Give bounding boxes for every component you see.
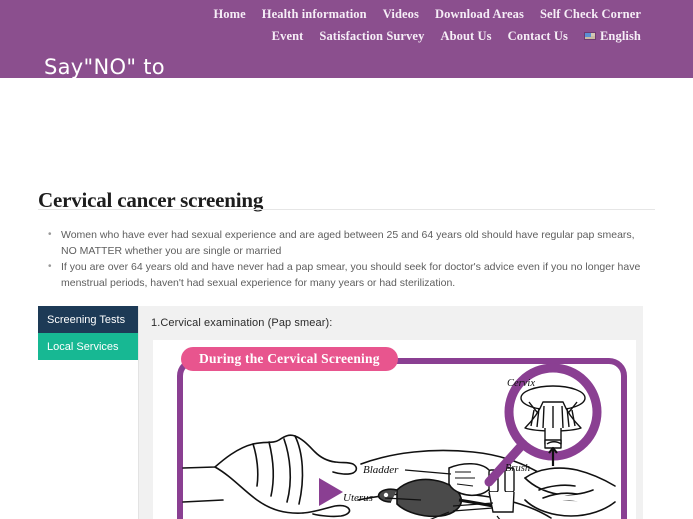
nav-about-us[interactable]: About Us [440,29,491,44]
illustration-banner: During the Cervical Screening [181,347,398,371]
nav-home[interactable]: Home [213,7,245,22]
nav-download-areas[interactable]: Download Areas [435,7,524,22]
title-divider [38,209,655,210]
content-section-heading: 1.Cervical examination (Pap smear): [151,317,333,329]
nav-health-information[interactable]: Health information [262,7,367,22]
intro-bullet-item: • Women who have ever had sexual experie… [47,228,647,259]
sidebar-item-screening-tests[interactable]: Screening Tests [38,306,138,333]
nav-self-check-corner[interactable]: Self Check Corner [540,7,641,22]
intro-bullet-text: If you are over 64 years old and have ne… [61,261,641,289]
sidebar-item-label: Local Services [47,340,119,353]
direction-arrow-icon [319,478,343,506]
sidebar-item-label: Screening Tests [47,313,126,326]
label-uterus: Uterus [343,492,373,504]
brand-line-1: Say"NO" to [44,55,165,78]
nav-row-secondary: Event Satisfaction Survey About Us Conta… [243,25,683,47]
nav-row-primary: Home Health information Videos Download … [213,3,683,25]
label-bladder: Bladder [363,464,399,476]
site-header: Say"NO" to Chronic Diseases Home Health … [0,0,693,78]
illustration-card: During the Cervical Screening Cervix Bru… [153,340,636,519]
nav-satisfaction-survey[interactable]: Satisfaction Survey [319,29,424,44]
nav-contact-us[interactable]: Contact Us [508,29,568,44]
main-navigation: Home Health information Videos Download … [213,3,683,47]
sidebar-tabs: Screening Tests Local Services [38,306,138,360]
flag-icon [583,32,596,40]
intro-bullet-text: Women who have ever had sexual experienc… [61,229,635,257]
label-cervix-magnified: Cervix [507,378,535,389]
label-brush: Brush [505,463,531,474]
bullet-glyph: • [48,229,52,240]
intro-bullet-list: • Women who have ever had sexual experie… [47,228,647,291]
content-panel: 1.Cervical examination (Pap smear): Duri… [138,306,643,519]
nav-videos[interactable]: Videos [383,7,419,22]
language-switcher[interactable]: English [583,28,641,44]
sidebar-item-local-services[interactable]: Local Services [38,333,138,360]
site-logo[interactable]: Say"NO" to Chronic Diseases [44,0,229,78]
nav-event[interactable]: Event [272,29,304,44]
language-label: English [599,28,641,43]
intro-text-block: • Women who have ever had sexual experie… [47,228,647,292]
intro-bullet-item: • If you are over 64 years old and have … [47,260,647,291]
bullet-glyph: • [48,261,52,272]
